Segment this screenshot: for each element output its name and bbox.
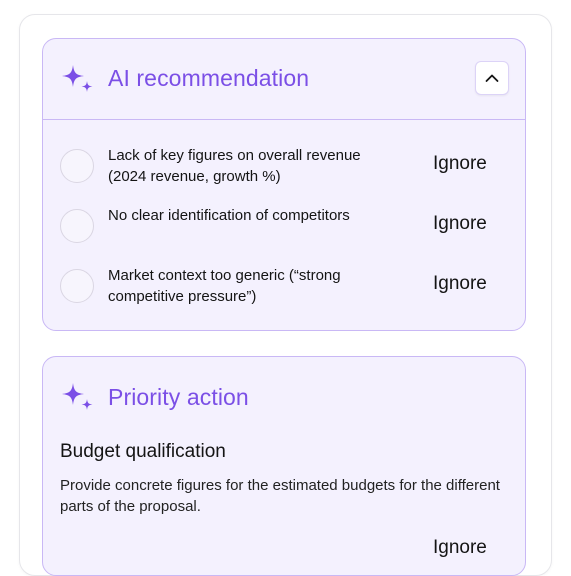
recommendation-item: No clear identification of competitors I… <box>43 203 525 253</box>
priority-description: Provide concrete figures for the estimat… <box>60 477 500 515</box>
priority-subtitle: Budget qualification <box>60 441 226 462</box>
chevron-up-icon <box>485 74 499 82</box>
ignore-button[interactable]: Ignore <box>433 537 487 559</box>
ignore-button[interactable]: Ignore <box>433 273 487 295</box>
sparkle-icon <box>62 383 93 410</box>
ignore-button[interactable]: Ignore <box>433 213 487 235</box>
recommendation-item: Lack of key figures on overall revenue (… <box>43 143 525 193</box>
card-title: Priority action <box>108 384 249 410</box>
card-title: AI recommendation <box>108 65 310 91</box>
recommendation-text: Market context too generic (“strong comp… <box>108 267 341 305</box>
ai-recommendation-card: AI recommendation Lack of key figures on… <box>42 38 526 331</box>
sparkle-icon <box>62 65 93 92</box>
item-radio[interactable] <box>60 149 94 183</box>
recommendation-item: Market context too generic (“strong comp… <box>43 263 525 313</box>
item-radio[interactable] <box>60 209 94 243</box>
priority-action-card: Priority action Budget qualification Pro… <box>42 356 526 576</box>
recommendation-text: No clear identification of competitors <box>108 207 350 224</box>
collapse-button[interactable] <box>475 61 509 95</box>
ai-recommendation-header: AI recommendation <box>43 39 525 120</box>
ignore-button[interactable]: Ignore <box>433 153 487 175</box>
recommendation-text: Lack of key figures on overall revenue (… <box>108 147 361 185</box>
item-radio[interactable] <box>60 269 94 303</box>
